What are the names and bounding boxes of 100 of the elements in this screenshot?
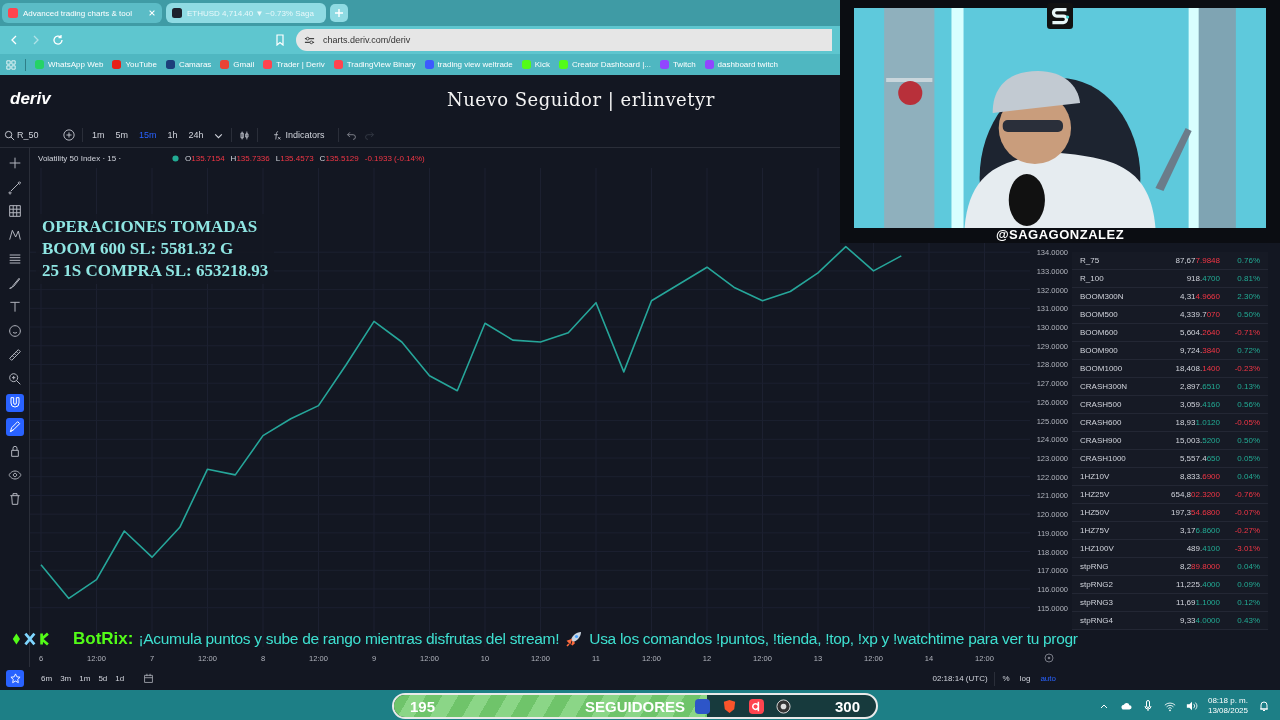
price-cell-text: 197,354.6800 xyxy=(1170,508,1220,517)
interval-tab[interactable]: 15m xyxy=(137,130,159,140)
change-cell-text: 0.50% xyxy=(1236,310,1260,319)
plus-icon xyxy=(334,8,344,18)
interval-tab[interactable]: 5m xyxy=(113,130,131,140)
price-cell-text: 9,724.3840 xyxy=(1178,346,1220,355)
interval-tab[interactable]: 24h xyxy=(186,130,206,140)
change-cell-text: 0.72% xyxy=(1236,346,1260,355)
symbol-cell-text: R_75 xyxy=(1080,256,1101,265)
ticker-message: ¡Acumula puntos y sube de rango mientras disfrutas del stream! xyxy=(138,630,560,648)
change-cell-text: -0.07% xyxy=(1233,508,1260,517)
deriv-logo[interactable]: deriv xyxy=(10,89,447,109)
range-button[interactable]: 5d xyxy=(97,674,109,683)
change-cell-text: -0.23% xyxy=(1233,364,1260,373)
price-cell-text: 2,897.6510 xyxy=(1178,382,1220,391)
price-cell-text: 489.4100 xyxy=(1185,544,1220,553)
calendar-icon[interactable] xyxy=(143,673,155,684)
interval-tab[interactable]: 1m xyxy=(90,130,107,140)
range-button[interactable]: 1d xyxy=(114,674,126,683)
change-cell-text: 0.04% xyxy=(1236,472,1260,481)
settings-icon[interactable] xyxy=(1044,653,1054,663)
price-cell-text: 4,314.9660 xyxy=(1178,292,1220,301)
bot-name: BotRix: xyxy=(73,629,134,649)
range-button[interactable]: 3m xyxy=(59,674,73,683)
change-cell-text: 0.13% xyxy=(1236,382,1260,391)
price-cell-text: 4,339.7070 xyxy=(1178,310,1220,319)
symbol-cell-text: BOOM300N xyxy=(1080,292,1125,301)
price-cell-text: 3,059.4160 xyxy=(1178,400,1220,409)
price-cell-text: 8,289.8000 xyxy=(1178,562,1220,571)
ohlc-value: O135.7154 xyxy=(185,153,225,163)
change-cell-text: -3.01% xyxy=(1233,544,1260,553)
change-cell-text: 0.81% xyxy=(1236,274,1260,283)
notification-icon[interactable] xyxy=(1258,700,1270,712)
price-cell-text: 3,176.8600 xyxy=(1178,526,1220,535)
price-cell-text: 5,557.4650 xyxy=(1178,454,1220,463)
symbol-cell-text: 1HZ25V xyxy=(1080,490,1111,499)
symbol-cell-text: stpRNG xyxy=(1080,562,1110,571)
symbol-cell-text: R_100 xyxy=(1080,274,1105,283)
change-cell-text: -0.05% xyxy=(1233,418,1260,427)
search-icon xyxy=(4,129,15,141)
range-button[interactable]: 6m xyxy=(40,674,54,683)
range-button[interactable]: 1m xyxy=(78,674,92,683)
new-tab-button[interactable] xyxy=(330,4,348,22)
symbol-cell-text: stpRNG2 xyxy=(1080,580,1114,589)
change-cell-text: 0.09% xyxy=(1236,580,1260,589)
utc-clock: 02:18:14 (UTC) xyxy=(932,674,988,683)
indicators-button[interactable]: Indicators xyxy=(264,128,331,142)
scale-toggle[interactable]: log xyxy=(1017,674,1033,683)
site-settings-icon[interactable] xyxy=(304,34,315,46)
ohlc-value: H135.7336 xyxy=(230,153,270,163)
symbol-cell-text: BOOM500 xyxy=(1080,310,1119,319)
wifi-icon[interactable] xyxy=(1163,700,1176,712)
price-cell-text: 918.4700 xyxy=(1185,274,1220,283)
speaker-icon[interactable] xyxy=(1185,700,1198,712)
symbol-cell-text: CRASH1000 xyxy=(1080,454,1127,463)
record-app-icon[interactable] xyxy=(776,698,792,714)
price-cell-text: 18,408.1400 xyxy=(1174,364,1220,373)
price-cell-text: 87,677.9848 xyxy=(1174,256,1220,265)
pen-tool-icon[interactable] xyxy=(5,418,24,436)
symbol-cell-text: stpRNG4 xyxy=(1080,616,1114,625)
symbol-cell-text: BOOM600 xyxy=(1080,328,1119,337)
add-symbol-icon[interactable] xyxy=(63,129,75,141)
taskbar-time[interactable]: 08:18 p. m. xyxy=(1207,696,1248,706)
price-cell-text: 5,604.2640 xyxy=(1178,328,1220,337)
tab-favicon-icon xyxy=(8,8,18,18)
price-cell-text: 18,931.0120 xyxy=(1174,418,1220,427)
change-cell-text: 0.76% xyxy=(1236,256,1260,265)
change-cell-text: 0.12% xyxy=(1236,598,1260,607)
symbol-cell-text: BOOM900 xyxy=(1080,346,1119,355)
candles-icon[interactable] xyxy=(238,129,250,141)
interval-tab[interactable]: 1h xyxy=(165,130,180,140)
address-bar[interactable]: charts.deriv.com/deriv xyxy=(296,29,832,51)
scale-toggle[interactable]: % xyxy=(1000,674,1012,683)
price-cell-text: 654,802.3200 xyxy=(1170,490,1220,499)
ohlc-value: L135.4573 xyxy=(275,153,314,163)
undo-icon[interactable] xyxy=(345,129,357,141)
symbol-cell-text: 1HZ100V xyxy=(1080,544,1115,553)
microphone-icon[interactable] xyxy=(1141,700,1154,712)
scale-toggle[interactable]: auto xyxy=(1038,674,1058,683)
magnet-tool-icon[interactable] xyxy=(5,394,24,412)
trade-note: 25 1S COMPRA SL: 653218.93 xyxy=(42,260,269,282)
symbol-search[interactable]: R_50 xyxy=(4,129,56,141)
price-cell-text: 11,225.4000 xyxy=(1175,580,1220,589)
streamer-handle: @SAGAGONZALEZ xyxy=(994,227,1126,242)
change-cell-text: 0.05% xyxy=(1236,454,1260,463)
symbol-cell-text: 1HZ10V xyxy=(1080,472,1111,481)
change-cell-text: -0.76% xyxy=(1233,490,1260,499)
price-cell-text: 11,691.1000 xyxy=(1175,598,1220,607)
star-icon xyxy=(9,673,21,684)
change-value: -0.1933 (-0.14%) xyxy=(364,153,425,163)
cloud-icon[interactable] xyxy=(1119,700,1132,712)
change-cell-text: -0.27% xyxy=(1233,526,1260,535)
change-cell-text: -0.71% xyxy=(1233,328,1260,337)
follower-count: 195 xyxy=(410,697,436,715)
favorite-button[interactable] xyxy=(6,670,24,687)
tab-favicon-icon xyxy=(172,8,182,18)
symbol-cell-text: CRASH500 xyxy=(1080,400,1123,409)
line-tool-icon[interactable] xyxy=(5,178,24,196)
taskbar-date[interactable]: 13/08/2025 xyxy=(1207,706,1248,716)
trade-note: OPERACIONES TOMADAS xyxy=(42,216,259,238)
